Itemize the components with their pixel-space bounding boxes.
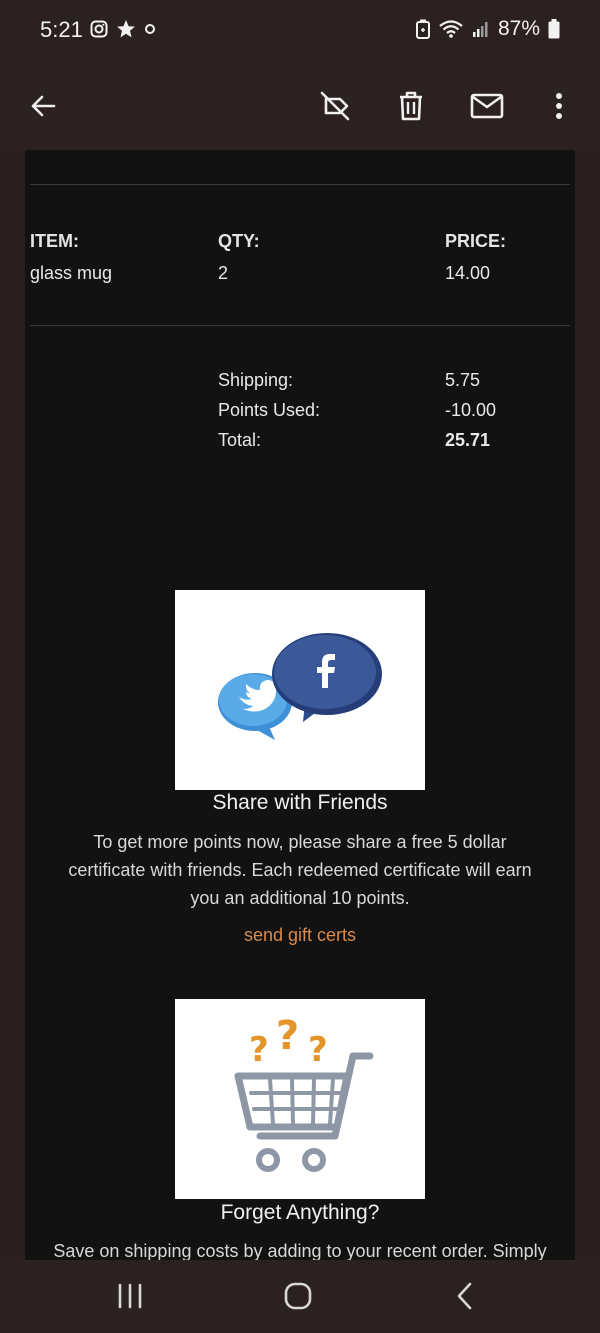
svg-text:?: ? [308,1030,328,1070]
label-off-icon [320,91,350,121]
shipping-value: 5.75 [445,370,481,390]
battery-percent: 87% [497,17,540,40]
social-share-image [175,590,425,790]
divider [30,325,570,326]
recents-icon [118,1283,142,1309]
item-price: 14.00 [445,263,491,283]
instagram-icon [90,20,108,38]
cart-image: ? ? ? [175,999,425,1199]
battery-icon [548,19,560,39]
signal-icon [472,22,488,37]
total-value: 25.71 [445,430,491,450]
delete-icon [400,91,422,121]
star-icon [117,20,135,38]
svg-text:?: ? [276,1013,299,1059]
home-icon [284,1282,312,1310]
mark-unread-icon [470,93,504,119]
item-name: glass mug [30,263,113,283]
divider [30,184,570,185]
svg-text:?: ? [249,1030,269,1070]
share-description: To get more points now, please share a f… [68,832,532,908]
wifi-icon [439,20,463,38]
navigation-bar [0,1260,600,1333]
email-body: ITEM: QTY: PRICE: glass mug 2 14.00 Ship… [25,150,575,1260]
remove-label-button[interactable] [311,82,359,130]
recents-button[interactable] [100,1274,160,1318]
price-header: PRICE: [445,231,507,251]
shopping-cart-icon [234,1052,374,1172]
status-bar: 5:21 87% [0,0,600,62]
share-title: Share with Friends [212,791,388,814]
total-label: Total: [218,430,262,450]
circle-icon [145,24,155,34]
points-used-label: Points Used: [218,400,321,420]
item-header: ITEM: [30,231,79,251]
back-icon [457,1282,472,1310]
qty-header: QTY: [218,231,260,251]
back-arrow-icon [31,95,56,117]
home-button[interactable] [268,1274,328,1318]
status-time: 5:21 [40,17,83,42]
more-vert-icon [556,93,562,119]
back-button[interactable] [19,82,67,130]
shipping-label: Shipping: [218,370,294,390]
back-nav-button[interactable] [435,1274,495,1318]
mark-unread-button[interactable] [463,82,511,130]
question-marks-icon: ? ? ? [249,1013,328,1070]
more-options-button[interactable] [535,82,583,130]
forget-title: Forget Anything? [220,1201,380,1224]
battery-saver-icon [415,19,430,39]
send-gift-certs-link[interactable]: send gift certs [25,925,575,946]
forget-description: Save on shipping costs by adding to your… [53,1241,547,1260]
item-qty: 2 [218,263,229,283]
app-bar [0,62,600,150]
delete-button[interactable] [387,82,435,130]
points-used-value: -10.00 [445,400,497,420]
